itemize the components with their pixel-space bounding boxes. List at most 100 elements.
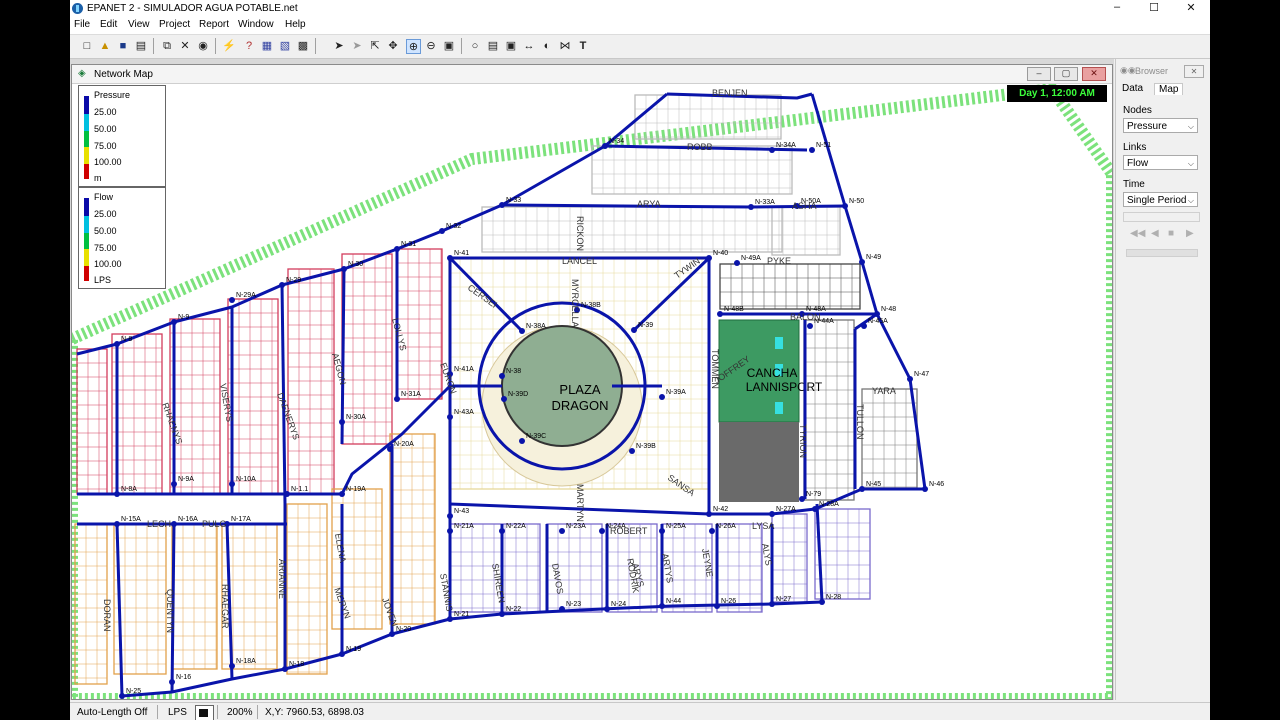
select-arrow-icon[interactable]: ➤ [332,39,346,53]
junction-node [602,143,608,149]
flow-legend[interactable]: Flow 25.00 50.00 75.00 100.00 LPS [78,187,166,289]
options-icon[interactable]: ▩ [296,39,310,53]
junction-node [499,373,505,379]
add-tank-icon[interactable]: ▣ [504,39,518,53]
node-label: N-17A [231,516,251,523]
junction-node [812,506,818,512]
browser-close-button[interactable]: ✕ [1184,65,1204,78]
find-icon[interactable]: ◉ [196,39,210,53]
query-icon[interactable]: ? [242,39,256,53]
junction-node [282,666,288,672]
title-bar: EPANET 2 - SIMULADOR AGUA POTABLE.net – … [70,0,1210,17]
menu-view[interactable]: View [128,19,150,30]
run-lightning-icon[interactable]: ⚡ [222,39,236,53]
time-select[interactable]: Single Period ⌵ [1123,192,1198,207]
junction-node [809,147,815,153]
street-label: ASHA [792,201,817,211]
add-pump-icon[interactable]: ◐ [540,39,554,53]
junction-node [229,481,235,487]
status-bar: Auto-Length Off LPS 200% X,Y: 7960.53, 6… [70,702,1210,720]
node-label: N-26 [721,598,736,605]
full-extent-icon[interactable]: ▣ [442,39,456,53]
toolbar-divider [315,38,316,54]
node-label: N-38A [526,323,546,330]
flow-legend-unit: LPS [94,275,112,285]
menu-file[interactable]: File [74,19,90,30]
pan-icon[interactable]: ✥ [386,39,400,53]
node-label: N-18 [289,661,304,668]
network-map-drawing[interactable]: PLAZA DRAGON CANCHA LANNISPORT N-34 N-34A… [72,84,1112,699]
cancha-label-2: LANNISPORT [746,380,823,394]
city-block [76,348,108,495]
save-icon[interactable]: ■ [116,39,130,53]
junction-node [169,679,175,685]
time-slider-track[interactable] [1123,212,1200,222]
speed-slider[interactable] [1126,249,1198,257]
chevron-down-icon: ⌵ [1187,196,1194,205]
network-map-close-button[interactable]: ✕ [1082,67,1106,81]
node-label: N-9A [178,476,194,483]
new-file-icon[interactable]: □ [80,39,94,53]
network-map-title: Network Map [94,69,153,80]
add-pipe-icon[interactable]: ↔ [522,39,536,53]
zoom-in-icon[interactable]: ⊕ [406,39,421,54]
select-region-icon[interactable]: ⇱ [368,39,382,53]
maximize-button[interactable]: ☐ [1146,1,1162,14]
junction-node [631,327,637,333]
city-block [286,503,328,675]
menu-edit[interactable]: Edit [100,19,117,30]
pipe [810,93,927,490]
junction-node [114,521,120,527]
graph-icon[interactable]: ▦ [260,39,274,53]
tab-data[interactable]: Data [1122,83,1143,94]
select-vertex-icon[interactable]: ➤ [350,39,364,53]
play-icon[interactable]: ▶ [1186,228,1194,239]
junction-node [706,255,712,261]
delete-icon[interactable]: ✕ [178,39,192,53]
pressure-legend-value: 50.00 [94,124,117,134]
menu-window[interactable]: Window [238,19,274,30]
network-map-minimize-button[interactable]: – [1027,67,1051,81]
add-valve-icon[interactable]: ⋈ [558,39,572,53]
close-button[interactable]: ✕ [1183,1,1199,14]
step-back-icon[interactable]: ◀ [1151,228,1159,239]
menu-report[interactable]: Report [199,19,229,30]
chevron-down-icon: ⌵ [1187,159,1194,168]
node-label: N-20 [396,626,411,633]
city-block [861,388,918,490]
junction-node [604,606,610,612]
open-folder-icon[interactable]: ▲ [98,39,112,53]
junction-node [119,693,125,699]
tab-map[interactable]: Map [1154,83,1184,95]
pipe [340,268,346,445]
links-select[interactable]: Flow ⌵ [1123,155,1198,170]
rewind-icon[interactable]: ◀◀ [1130,228,1145,239]
network-map-restore-button[interactable]: ▢ [1054,67,1078,81]
junction-node [819,599,825,605]
menu-project[interactable]: Project [159,19,190,30]
node-label: N-49A [741,255,761,262]
copy-icon[interactable]: ⧉ [160,39,174,53]
menu-help[interactable]: Help [285,19,306,30]
node-label: N-25A [666,523,686,530]
add-label-icon[interactable]: T [576,39,590,53]
print-icon[interactable]: ▤ [134,39,148,53]
node-label: N-34A [776,142,796,149]
street-label: PYKE [767,256,791,266]
zoom-out-icon[interactable]: ⊖ [424,39,438,53]
pressure-legend[interactable]: Pressure 25.00 50.00 75.00 100.00 m [78,85,166,187]
status-divider [257,705,258,719]
junction-node [447,513,453,519]
junction-node [229,663,235,669]
node-label: N-22 [506,606,521,613]
add-junction-icon[interactable]: ○ [468,39,482,53]
junction-node [861,323,867,329]
auto-length-status: Auto-Length Off [77,707,148,718]
table-icon[interactable]: ▧ [278,39,292,53]
add-reservoir-icon[interactable]: ▤ [486,39,500,53]
nodes-select[interactable]: Pressure ⌵ [1123,118,1198,133]
minimize-button[interactable]: – [1109,1,1125,13]
junction-node [389,631,395,637]
stop-icon[interactable]: ■ [1168,228,1174,239]
network-map-canvas[interactable]: PLAZA DRAGON CANCHA LANNISPORT N-34 N-34A… [72,84,1112,699]
